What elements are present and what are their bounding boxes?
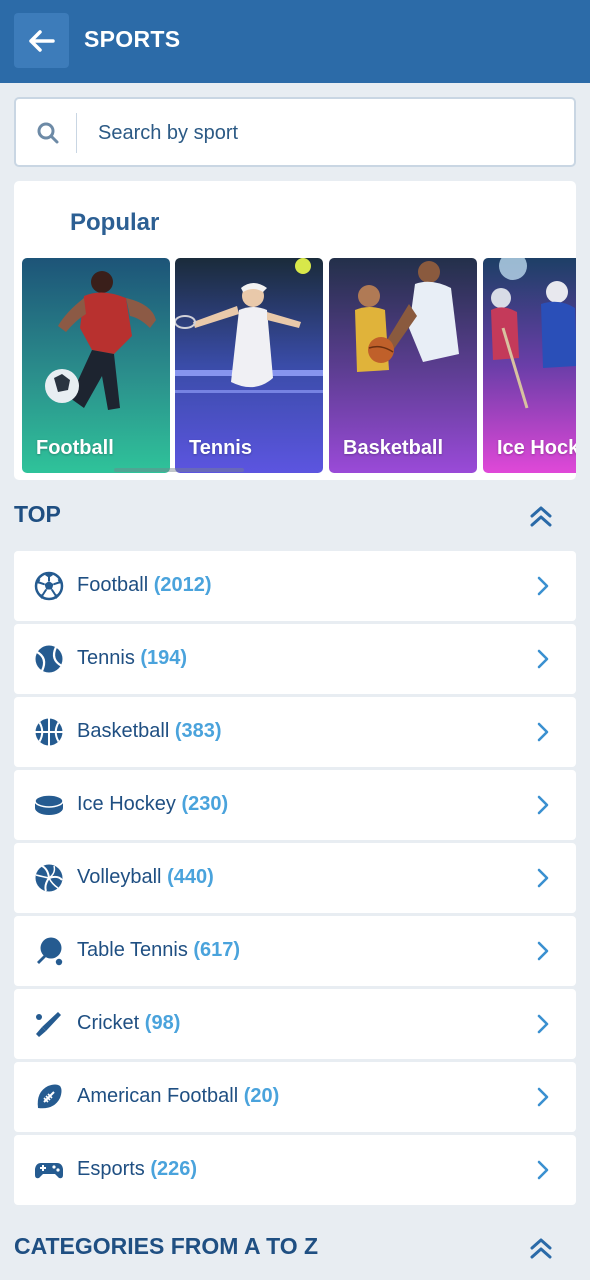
sport-name: American Football [77, 1085, 239, 1107]
sport-row-cricket[interactable]: Cricket (98) [14, 989, 576, 1059]
page-title: SPORTS [84, 26, 181, 52]
top-section-title: TOP [14, 501, 61, 527]
hockey-puck-icon [34, 794, 64, 815]
sport-name: Tennis [77, 647, 135, 669]
app-header: SPORTS [0, 0, 590, 83]
sport-name: Cricket [77, 1012, 140, 1034]
card-label: Football [36, 437, 114, 459]
gamepad-icon [35, 1163, 63, 1179]
double-chevron-up-icon[interactable] [526, 1233, 556, 1263]
sport-name: Esports [77, 1158, 145, 1180]
sport-count: (98) [144, 1012, 181, 1034]
sport-row-basketball[interactable]: Basketball (383) [14, 697, 576, 767]
chevron-right-icon [537, 941, 549, 961]
american-football-icon [37, 1084, 62, 1109]
sport-count: (617) [193, 939, 241, 961]
sport-count: (2012) [153, 574, 212, 596]
card-label: Basketball [343, 437, 444, 459]
sport-count: (440) [167, 866, 214, 888]
popular-section: Popular Football Tennis Basketball Ice H… [14, 181, 576, 480]
sport-name: Table Tennis [77, 939, 188, 961]
top-sports-list: Football (2012) Tennis (194) Basketball [14, 551, 576, 1208]
sport-row-volleyball[interactable]: Volleyball (440) [14, 843, 576, 913]
sport-row-table-tennis[interactable]: Table Tennis (617) [14, 916, 576, 986]
card-label: Tennis [189, 437, 252, 459]
carousel-scrollbar[interactable] [114, 468, 244, 472]
popular-card-basketball[interactable]: Basketball [329, 258, 477, 473]
arrow-left-icon [28, 29, 55, 52]
card-label: Ice Hockey [497, 437, 576, 459]
popular-card-ice-hockey[interactable]: Ice Hockey [483, 258, 576, 473]
ping-pong-paddle-icon [37, 937, 63, 966]
popular-title: Popular [70, 209, 160, 236]
sport-count: (230) [181, 793, 229, 815]
chevron-right-icon [537, 868, 549, 888]
chevron-right-icon [537, 1014, 549, 1034]
back-button[interactable] [14, 13, 69, 68]
sport-name: Basketball [77, 720, 170, 742]
chevron-right-icon [537, 1087, 549, 1107]
sport-row-football[interactable]: Football (2012) [14, 551, 576, 621]
search-input[interactable] [98, 119, 538, 147]
sport-row-tennis[interactable]: Tennis (194) [14, 624, 576, 694]
top-section-header[interactable]: TOP [14, 495, 576, 535]
search-divider [76, 113, 77, 153]
sport-name: Football [77, 574, 149, 596]
chevron-right-icon [537, 795, 549, 815]
sport-count: (20) [243, 1085, 280, 1107]
double-chevron-up-icon[interactable] [526, 501, 556, 531]
soccer-ball-icon [34, 571, 64, 601]
sport-row-ice-hockey[interactable]: Ice Hockey (230) [14, 770, 576, 840]
sport-row-american-football[interactable]: American Football (20) [14, 1062, 576, 1132]
basketball-icon [35, 718, 63, 746]
cricket-bat-icon [36, 1012, 61, 1037]
chevron-right-icon [537, 1160, 549, 1180]
search-box[interactable] [14, 97, 576, 167]
tennis-ball-icon [35, 645, 63, 673]
categories-section-title: CATEGORIES FROM A TO Z [14, 1233, 319, 1259]
categories-section-header[interactable]: CATEGORIES FROM A TO Z [14, 1227, 576, 1267]
popular-card-football[interactable]: Football [22, 258, 170, 473]
sport-count: (383) [174, 720, 222, 742]
sport-name: Volleyball [77, 866, 162, 888]
chevron-right-icon [537, 649, 549, 669]
sport-row-esports[interactable]: Esports (226) [14, 1135, 576, 1205]
sport-name: Ice Hockey [77, 793, 176, 815]
sport-count: (226) [150, 1158, 198, 1180]
sport-count: (194) [140, 647, 188, 669]
chevron-right-icon [537, 576, 549, 596]
popular-card-tennis[interactable]: Tennis [175, 258, 323, 473]
search-icon [37, 122, 59, 144]
chevron-right-icon [537, 722, 549, 742]
volleyball-icon [35, 864, 63, 892]
